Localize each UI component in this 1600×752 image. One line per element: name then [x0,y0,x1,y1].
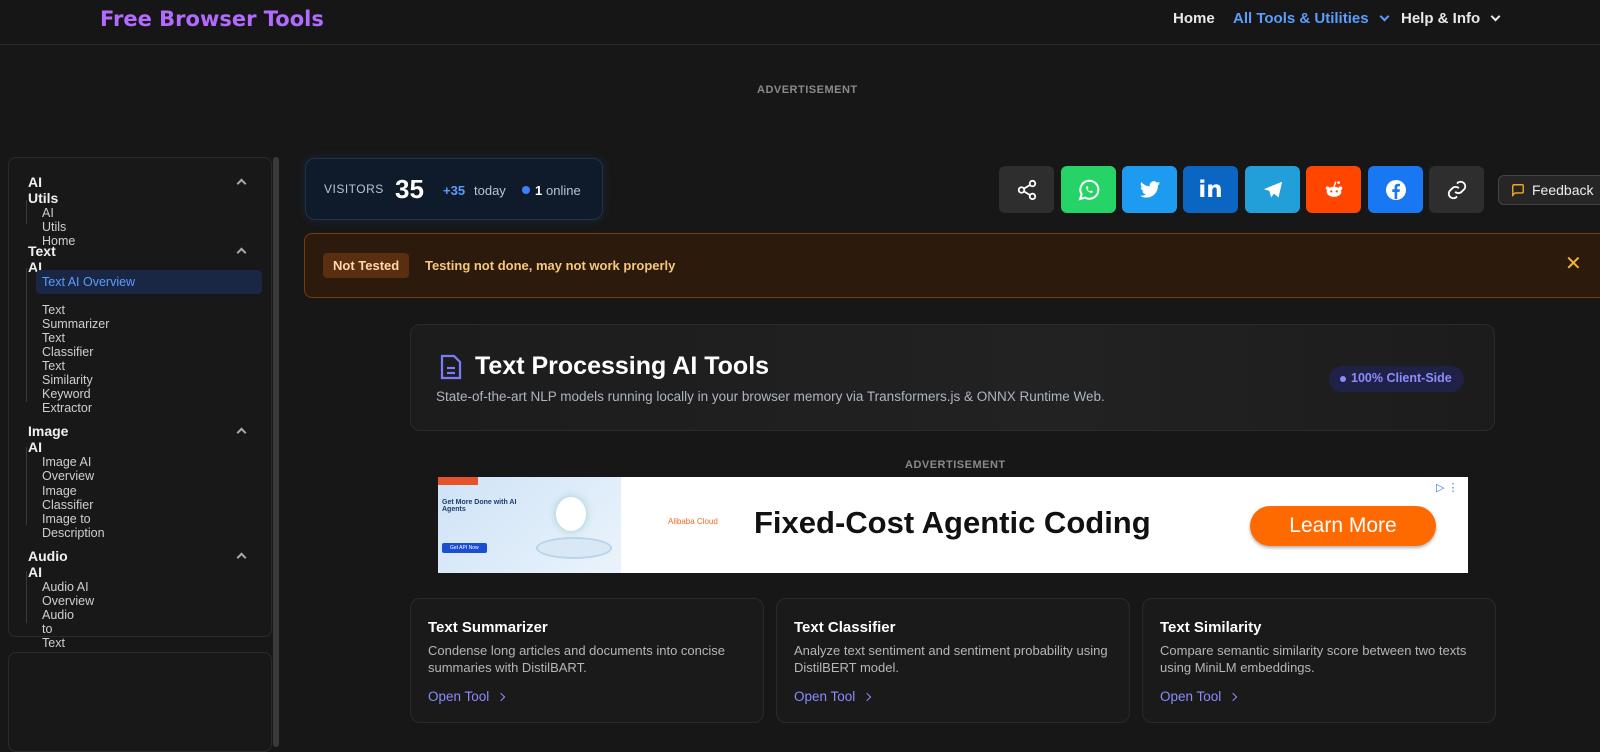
ad-image-tag [438,477,478,485]
ad-platform-shape [536,537,612,559]
chevron-right-icon [497,692,506,701]
open-tool-label: Open Tool [428,689,490,704]
close-icon[interactable]: ✕ [1565,251,1582,276]
client-side-badge: 100% Client-Side [1329,366,1464,392]
ad-headline[interactable]: Fixed-Cost Agentic Coding [754,505,1151,541]
telegram-icon [1263,181,1282,197]
sidebar-section-ai-utils[interactable]: AI Utils [28,174,58,206]
sidebar-scrollbar[interactable] [273,157,279,747]
sidebar-item-audio-ai-overview[interactable]: Audio AI Overview [42,580,94,608]
not-tested-banner: Not Tested Testing not done, may not wor… [304,233,1600,298]
message-icon [1512,184,1524,197]
online-label: online [546,183,581,198]
feedback-button[interactable]: Feedback [1498,175,1600,205]
document-icon [440,354,462,380]
open-tool-label: Open Tool [1160,689,1222,704]
visitor-counter: VISITORS 35 +35 today 1 online [305,158,603,220]
nav-help-label: Help & Info [1401,10,1481,27]
sidebar-section-audio-ai[interactable]: Audio AI [28,548,68,580]
sidebar-section-image-ai[interactable]: Image AI [28,423,68,455]
sidebar-item-keyword-extractor[interactable]: Keyword Extractor [42,387,92,415]
linkedin-icon: in [1198,176,1223,203]
sidebar-item-image-classifier[interactable]: Image Classifier [42,484,93,512]
visitors-today-label: today [474,183,506,198]
nav-help-info[interactable]: Help & Info [1401,10,1501,27]
nav-home[interactable]: Home [1173,10,1215,27]
facebook-icon [1385,179,1406,200]
whatsapp-share-button[interactable] [1061,166,1116,213]
card-description: Analyze text sentiment and sentiment pro… [794,643,1108,675]
online-count: 1 [535,183,543,198]
facebook-share-button[interactable] [1368,166,1423,213]
sidebar-item-text-summarizer[interactable]: Text Summarizer [42,303,109,331]
open-tool-link[interactable]: Open Tool [1160,689,1238,704]
tool-card-text-similarity[interactable]: Text Similarity Compare semantic similar… [1142,598,1496,723]
ad-label-mid: ADVERTISEMENT [905,459,1006,471]
ad-image[interactable]: Get More Done with AI Agents Get API Now [438,477,621,573]
visitors-count: 35 [395,174,424,204]
top-navbar: Free Browser Tools Home All Tools & Util… [0,0,1600,45]
hero-panel: Text Processing AI Tools State-of-the-ar… [410,324,1495,431]
open-tool-link[interactable]: Open Tool [428,689,506,704]
not-tested-badge: Not Tested [323,253,410,278]
twitter-share-button[interactable] [1122,166,1177,213]
nav-all-tools-label: All Tools & Utilities [1233,10,1369,27]
visitors-today-delta: +35 [443,183,466,198]
sidebar-item-text-similarity[interactable]: Text Similarity [42,359,93,387]
card-title: Text Classifier [794,619,896,636]
ad-choices-icon[interactable]: ▷ ⋮ [1436,481,1459,494]
nav-all-tools[interactable]: All Tools & Utilities [1233,10,1390,27]
whatsapp-icon [1077,179,1099,200]
card-title: Text Summarizer [428,619,548,636]
ad-brand: Alibaba Cloud [668,517,718,526]
online-dot-icon [522,186,530,194]
sidebar-item-image-ai-overview[interactable]: Image AI Overview [42,455,94,483]
share-icon [1017,179,1036,200]
feedback-label: Feedback [1532,182,1594,198]
sidebar-item-ai-utils-home[interactable]: AI Utils Home [42,206,75,248]
ad-learn-more-button[interactable]: Learn More [1250,506,1436,546]
card-title: Text Similarity [1160,619,1262,636]
page-subtitle: State-of-the-art NLP models running loca… [436,389,1105,404]
chevron-right-icon [1229,692,1238,701]
share-button[interactable] [999,166,1054,213]
visitors-label: VISITORS [324,182,384,196]
link-icon [1447,180,1466,199]
open-tool-link[interactable]: Open Tool [794,689,872,704]
tool-card-text-classifier[interactable]: Text Classifier Analyze text sentiment a… [776,598,1130,723]
chevron-down-icon [1379,11,1390,22]
twitter-icon [1139,180,1160,198]
nav-home-label: Home [1173,10,1215,27]
sidebar-item-image-to-description[interactable]: Image to Description [42,512,105,540]
reddit-icon [1325,180,1342,197]
sidebar-secondary-panel [8,652,272,752]
chevron-down-icon [1490,11,1501,22]
copy-link-button[interactable] [1429,166,1484,213]
open-tool-label: Open Tool [794,689,856,704]
page-title: Text Processing AI Tools [475,352,770,380]
linkedin-share-button[interactable]: in [1183,166,1238,213]
site-logo[interactable]: Free Browser Tools [100,7,324,31]
sidebar-item-text-ai-overview[interactable]: Text AI Overview [36,270,262,294]
sidebar-item-audio-to-text[interactable]: Audio to Text [42,608,74,650]
chevron-right-icon [863,692,872,701]
reddit-share-button[interactable] [1306,166,1361,213]
ad-image-button[interactable]: Get API Now [442,543,487,553]
ad-banner[interactable]: Get More Done with AI Agents Get API Now… [438,477,1468,573]
ad-image-title: Get More Done with AI Agents [442,499,517,513]
sidebar-item-text-classifier[interactable]: Text Classifier [42,331,93,359]
tool-card-text-summarizer[interactable]: Text Summarizer Condense long articles a… [410,598,764,723]
card-description: Compare semantic similarity score betwee… [1160,643,1467,675]
robot-icon [556,497,586,531]
ad-label-top: ADVERTISEMENT [757,84,858,96]
not-tested-message: Testing not done, may not work properly [425,258,676,273]
card-description: Condense long articles and documents int… [428,643,726,675]
telegram-share-button[interactable] [1245,166,1300,213]
